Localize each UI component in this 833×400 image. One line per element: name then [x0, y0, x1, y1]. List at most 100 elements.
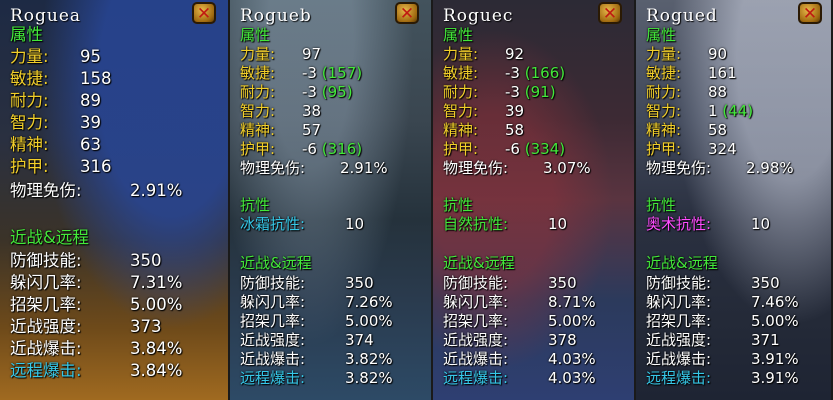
close-icon[interactable]: ✕ — [798, 2, 822, 24]
attributes-header: 属性 — [10, 25, 43, 44]
stat-label: 智力: — [10, 113, 49, 132]
stat-value: 7.26% — [345, 293, 393, 311]
stat-label: 近战爆击: — [10, 339, 82, 358]
stat-value: 3.07% — [543, 159, 591, 177]
stat-label: 招架几率: — [443, 312, 509, 330]
panel-title: Roguec — [443, 6, 514, 26]
stat-value: 1 — [708, 102, 718, 120]
stat-label: 远程爆击: — [240, 369, 306, 387]
stat-base-value: (44) — [722, 102, 754, 120]
stat-value: -3 — [505, 64, 520, 82]
stat-base-value: (334) — [524, 140, 566, 158]
stat-label: 物理免伤: — [443, 159, 509, 177]
stat-label: 力量: — [10, 47, 49, 66]
stat-label: 敏捷: — [240, 64, 276, 82]
stat-value: 7.46% — [751, 293, 799, 311]
stat-label: 近战爆击: — [240, 350, 306, 368]
resist-header: 抗性 — [240, 196, 271, 214]
stat-value: 324 — [708, 140, 737, 158]
stat-label: 招架几率: — [240, 312, 306, 330]
stat-label: 物理免伤: — [646, 159, 712, 177]
stat-value: 350 — [130, 251, 162, 270]
panel-title: Rogueb — [240, 6, 312, 26]
stat-value: 2.91% — [130, 181, 183, 200]
stat-label: 智力: — [646, 102, 682, 120]
stat-value: 161 — [708, 64, 737, 82]
stat-value: 3.91% — [751, 350, 799, 368]
stat-label: 护甲: — [443, 140, 479, 158]
close-icon[interactable]: ✕ — [192, 2, 216, 24]
stat-value: 3.91% — [751, 369, 799, 387]
stat-value: 88 — [708, 83, 728, 101]
stat-base-value: (91) — [524, 83, 556, 101]
stat-value: 350 — [345, 274, 374, 292]
stat-value: 63 — [80, 135, 101, 154]
stat-value: 2.98% — [746, 159, 794, 177]
stat-base-value: (157) — [321, 64, 363, 82]
stat-value: 39 — [80, 113, 101, 132]
close-icon[interactable]: ✕ — [598, 2, 622, 24]
stat-value: 58 — [708, 121, 728, 139]
stat-base-value: (166) — [524, 64, 566, 82]
stat-value: 5.00% — [130, 295, 183, 314]
stat-label: 力量: — [443, 45, 479, 63]
stat-label: 近战爆击: — [443, 350, 509, 368]
stat-label: 精神: — [240, 121, 276, 139]
stat-value: 5.00% — [751, 312, 799, 330]
melee-header: 近战&远程 — [443, 254, 515, 272]
stat-value: 5.00% — [548, 312, 596, 330]
stat-label: 力量: — [240, 45, 276, 63]
stat-label: 耐力: — [10, 91, 49, 110]
stat-value: 316 — [80, 157, 112, 176]
stat-label: 敏捷: — [646, 64, 682, 82]
stat-value: 95 — [80, 47, 101, 66]
stat-base-value: (95) — [321, 83, 353, 101]
stat-value: 38 — [302, 102, 322, 120]
resist-header: 抗性 — [443, 196, 474, 214]
stat-label: 奥术抗性: — [646, 215, 712, 233]
stat-label: 护甲: — [240, 140, 276, 158]
stat-value: 10 — [345, 215, 365, 233]
melee-header: 近战&远程 — [646, 254, 718, 272]
stat-label: 精神: — [10, 135, 49, 154]
stat-label: 远程爆击: — [443, 369, 509, 387]
stat-label: 防御技能: — [443, 274, 509, 292]
stat-value: 3.84% — [130, 339, 183, 358]
stat-value: 378 — [548, 331, 577, 349]
stat-value: 39 — [505, 102, 525, 120]
attributes-header: 属性 — [443, 26, 474, 44]
stat-value: 90 — [708, 45, 728, 63]
stat-value: 350 — [751, 274, 780, 292]
close-icon[interactable]: ✕ — [395, 2, 419, 24]
stat-value: 3.84% — [130, 361, 183, 380]
attributes-header: 属性 — [240, 26, 271, 44]
resist-header: 抗性 — [646, 196, 677, 214]
stat-label: 防御技能: — [10, 251, 82, 270]
stat-label: 躲闪几率: — [10, 273, 82, 292]
stat-value: 92 — [505, 45, 525, 63]
stat-value: 58 — [505, 121, 525, 139]
stat-value: 350 — [548, 274, 577, 292]
stat-label: 力量: — [646, 45, 682, 63]
stat-label: 智力: — [443, 102, 479, 120]
stat-label: 敏捷: — [10, 69, 49, 88]
stat-label: 耐力: — [240, 83, 276, 101]
stat-label: 防御技能: — [240, 274, 306, 292]
stat-label: 近战强度: — [443, 331, 509, 349]
stat-value: -6 — [505, 140, 520, 158]
stat-label: 招架几率: — [10, 295, 82, 314]
panel-title: Rogued — [646, 6, 718, 26]
stat-label: 冰霜抗性: — [240, 215, 306, 233]
stat-label: 防御技能: — [646, 274, 712, 292]
stat-value: 3.82% — [345, 350, 393, 368]
stat-value: 10 — [751, 215, 771, 233]
character-panel-rogued: Rogued ✕ 属性 力量: 90 敏捷: 161 耐力: 88 智力: 1 (44)… — [636, 0, 833, 400]
stat-value: 5.00% — [345, 312, 393, 330]
stat-label: 躲闪几率: — [443, 293, 509, 311]
melee-header: 近战&远程 — [10, 228, 89, 247]
stat-value: -3 — [302, 83, 317, 101]
stat-label: 耐力: — [646, 83, 682, 101]
stat-value: -3 — [302, 64, 317, 82]
melee-header: 近战&远程 — [240, 254, 312, 272]
stat-label: 护甲: — [10, 157, 49, 176]
